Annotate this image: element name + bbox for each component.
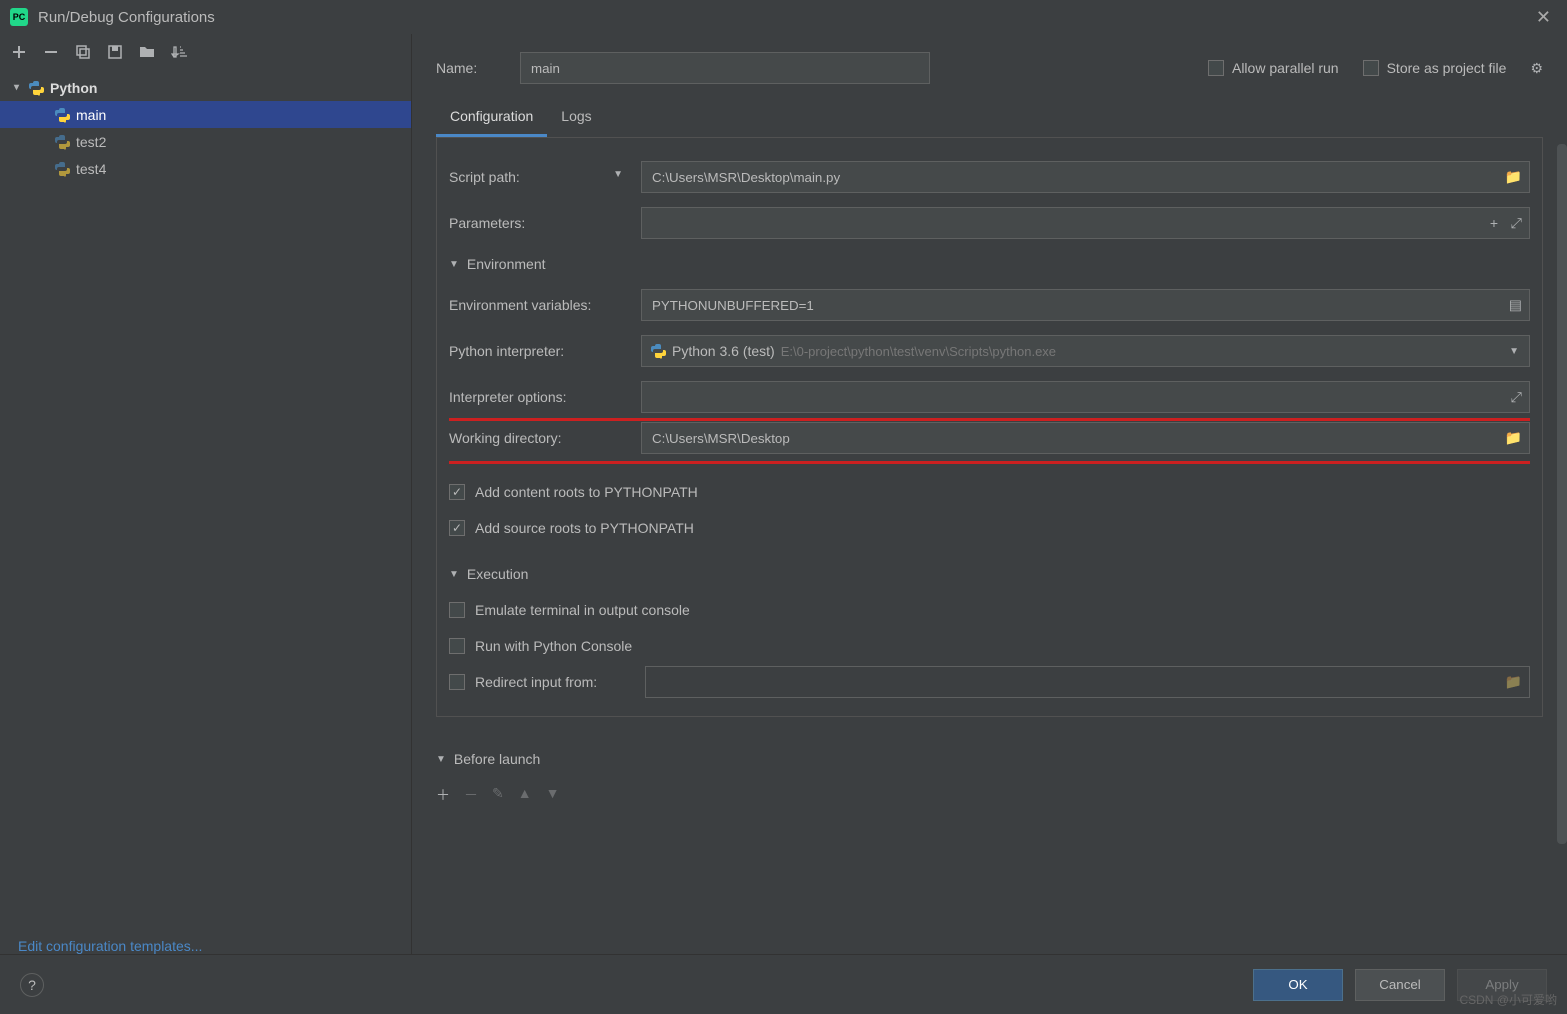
tree-item-test4[interactable]: test4 [0, 155, 411, 182]
tree-root-python[interactable]: ▾ Python [0, 74, 411, 101]
workdir-input[interactable] [641, 422, 1530, 454]
ok-button[interactable]: OK [1253, 969, 1343, 1001]
cancel-button[interactable]: Cancel [1355, 969, 1445, 1001]
close-icon[interactable]: ✕ [1530, 7, 1557, 28]
add-param-icon[interactable]: + [1490, 215, 1498, 231]
python-icon [54, 107, 70, 123]
tree-item-label: test4 [76, 161, 106, 177]
interpreter-label: Python interpreter: [449, 343, 641, 359]
remove-task-icon: － [464, 785, 478, 805]
allow-parallel-checkbox[interactable]: Allow parallel run [1208, 60, 1339, 76]
run-console-checkbox[interactable] [449, 638, 465, 654]
env-vars-input[interactable] [641, 289, 1530, 321]
content-pane: Name: Allow parallel run Store as projec… [412, 34, 1567, 954]
list-icon[interactable]: ▤ [1509, 297, 1522, 314]
script-path-label: Script path: [449, 169, 520, 185]
caret-down-icon: ▼ [449, 569, 459, 580]
dropdown-icon: ▼ [1509, 346, 1519, 357]
caret-down-icon: ▼ [436, 754, 446, 765]
sort-config-icon[interactable] [170, 43, 188, 61]
before-launch-label: Before launch [454, 751, 540, 767]
interpreter-name: Python 3.6 (test) [672, 343, 775, 359]
python-icon [54, 161, 70, 177]
environment-section-label: Environment [467, 256, 546, 272]
script-path-input[interactable] [641, 161, 1530, 193]
tree-item-label: test2 [76, 134, 106, 150]
window-title: Run/Debug Configurations [38, 9, 1530, 26]
interpreter-path: E:\0-project\python\test\venv\Scripts\py… [781, 344, 1056, 359]
remove-config-icon[interactable] [42, 43, 60, 61]
tree-item-test2[interactable]: test2 [0, 128, 411, 155]
store-project-checkbox[interactable]: Store as project file [1363, 60, 1507, 76]
edit-task-icon: ✎ [492, 785, 504, 805]
move-up-icon: ▲ [518, 785, 532, 805]
add-source-roots-label: Add source roots to PYTHONPATH [475, 520, 694, 536]
parameters-input[interactable] [641, 207, 1530, 239]
redirect-input-checkbox[interactable] [449, 674, 465, 690]
add-source-roots-checkbox[interactable] [449, 520, 465, 536]
help-button[interactable]: ? [20, 973, 44, 997]
tree-item-label: main [76, 107, 106, 123]
name-label: Name: [436, 60, 496, 76]
tab-configuration[interactable]: Configuration [436, 98, 547, 137]
add-content-roots-label: Add content roots to PYTHONPATH [475, 484, 698, 500]
interpreter-select[interactable]: Python 3.6 (test) E:\0-project\python\te… [641, 335, 1530, 367]
tree-root-label: Python [50, 80, 97, 96]
tree-item-main[interactable]: main [0, 101, 411, 128]
folder-icon: 📁 [1505, 674, 1522, 691]
titlebar: PC Run/Debug Configurations ✕ [0, 0, 1567, 34]
edit-templates-link[interactable]: Edit configuration templates... [0, 924, 411, 954]
redirect-input [645, 666, 1530, 698]
redirect-label: Redirect input from: [475, 674, 635, 690]
expand-icon[interactable]: ⤢ [1511, 215, 1522, 232]
caret-down-icon: ▼ [449, 259, 459, 270]
parameters-label: Parameters: [449, 215, 641, 231]
tab-logs[interactable]: Logs [547, 98, 605, 137]
allow-parallel-label: Allow parallel run [1232, 60, 1339, 76]
run-console-label: Run with Python Console [475, 638, 632, 654]
sidebar-toolbar [0, 34, 411, 70]
move-down-icon: ▼ [546, 785, 560, 805]
folder-icon[interactable]: 📁 [1505, 430, 1522, 447]
folder-config-icon[interactable] [138, 43, 156, 61]
store-project-label: Store as project file [1387, 60, 1507, 76]
emulate-terminal-label: Emulate terminal in output console [475, 602, 690, 618]
workdir-label: Working directory: [449, 430, 641, 446]
config-tree: ▾ Python main test2 test4 [0, 70, 411, 924]
before-launch-section-header[interactable]: ▼ Before launch [436, 741, 1543, 777]
name-input[interactable] [520, 52, 930, 84]
interp-opts-input[interactable] [641, 381, 1530, 413]
footer: ? OK Cancel Apply [0, 954, 1567, 1014]
configuration-form: Script path: ▼ 📁 Parameters: + ⤢ ▼ Env [436, 138, 1543, 717]
environment-section-header[interactable]: ▼ Environment [449, 246, 1530, 282]
python-icon [54, 134, 70, 150]
folder-icon[interactable]: 📁 [1505, 169, 1522, 186]
before-launch-toolbar: ＋ － ✎ ▲ ▼ [436, 777, 1543, 813]
expand-icon[interactable]: ⤢ [1511, 389, 1522, 406]
add-config-icon[interactable] [10, 43, 28, 61]
script-path-mode-dropdown-icon[interactable]: ▼ [613, 169, 623, 180]
copy-config-icon[interactable] [74, 43, 92, 61]
watermark: CSDN @小可爱哟 [1459, 991, 1557, 1008]
sidebar: ▾ Python main test2 test4 Edit configura… [0, 34, 412, 954]
app-logo-icon: PC [10, 8, 28, 26]
gear-icon[interactable]: ⚙ [1530, 60, 1543, 77]
python-icon [28, 80, 44, 96]
env-vars-label: Environment variables: [449, 297, 641, 313]
interp-opts-label: Interpreter options: [449, 389, 641, 405]
emulate-terminal-checkbox[interactable] [449, 602, 465, 618]
tabs: Configuration Logs [436, 98, 1543, 138]
execution-section-label: Execution [467, 566, 528, 582]
execution-section-header[interactable]: ▼ Execution [449, 556, 1530, 592]
vertical-scrollbar[interactable] [1557, 144, 1567, 844]
python-icon [650, 343, 666, 359]
save-config-icon[interactable] [106, 43, 124, 61]
add-task-icon[interactable]: ＋ [436, 785, 450, 805]
add-content-roots-checkbox[interactable] [449, 484, 465, 500]
caret-down-icon: ▾ [14, 82, 28, 93]
